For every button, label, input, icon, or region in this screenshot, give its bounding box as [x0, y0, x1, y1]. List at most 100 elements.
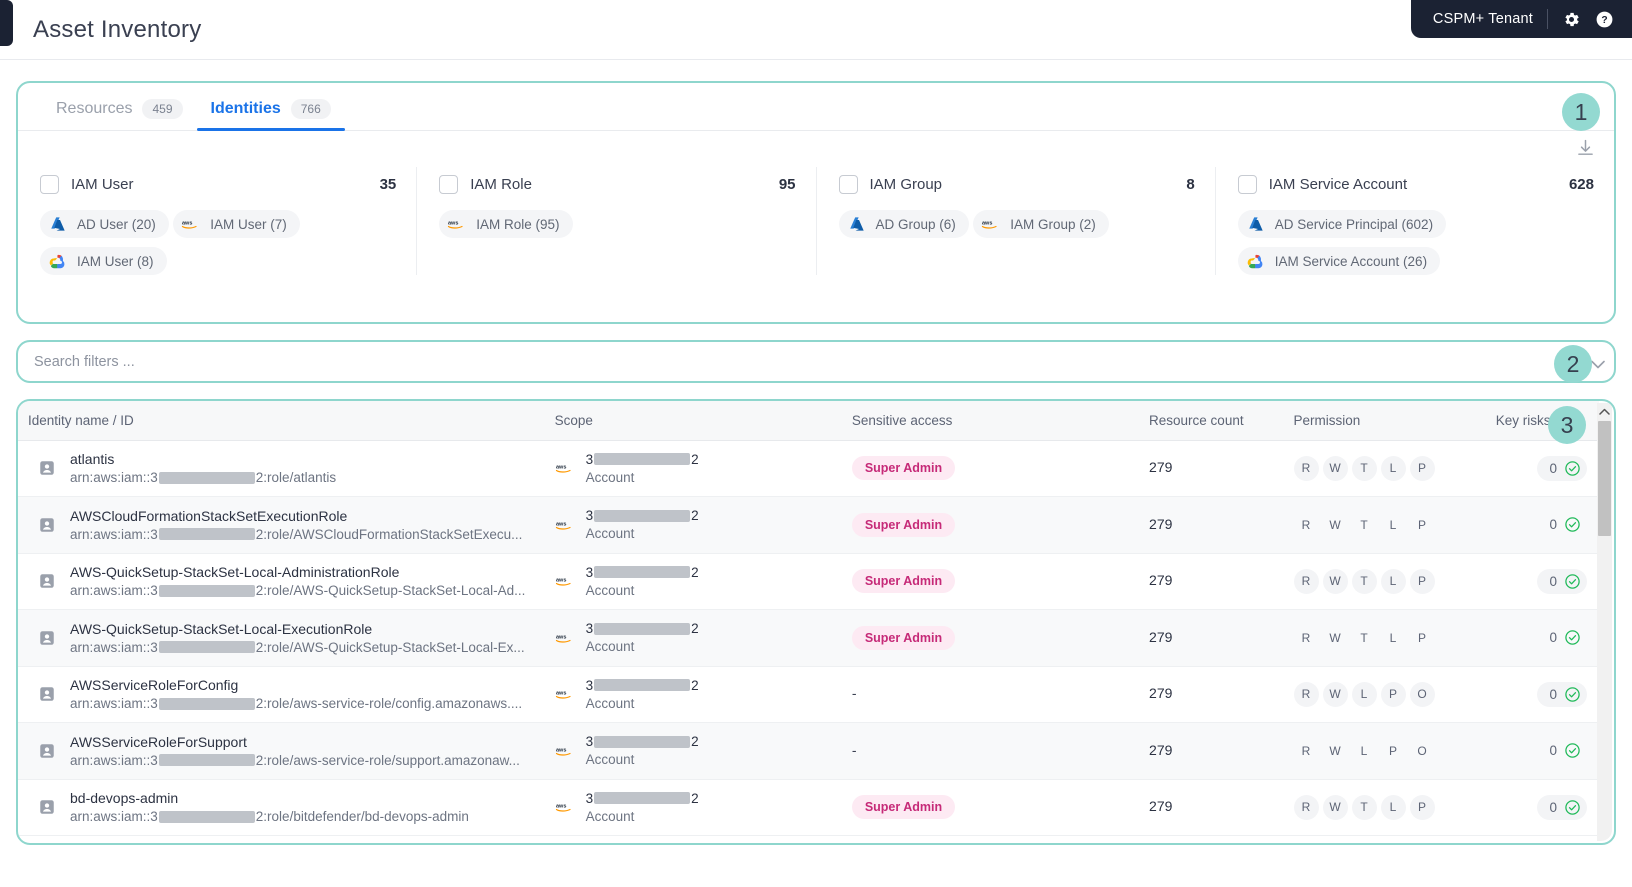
permission-badge-p[interactable]: P — [1409, 568, 1435, 594]
permission-badge-p[interactable]: P — [1409, 794, 1435, 820]
permission-badge-l[interactable]: L — [1380, 794, 1406, 820]
column-header-resource-count[interactable]: Resource count — [1149, 401, 1294, 441]
permission-badge-t[interactable]: T — [1352, 512, 1377, 537]
permission-badge-p[interactable]: P — [1381, 738, 1406, 763]
help-icon[interactable]: ? — [1595, 10, 1614, 29]
scope-type: Account — [585, 752, 635, 768]
search-input[interactable] — [34, 353, 1473, 370]
permission-badge-t[interactable]: T — [1351, 568, 1377, 594]
permission-badge-r[interactable]: R — [1293, 455, 1319, 481]
chevron-down-icon[interactable] — [1591, 356, 1605, 369]
cell-identity-name[interactable]: AWSCloudFormationStackSetExecutionRole ar… — [18, 496, 555, 554]
identity-arn: arn:aws:iam::3 2:role/atlantis — [70, 470, 337, 486]
permission-badge-r[interactable]: R — [1294, 738, 1319, 763]
tab-identities[interactable]: Identities 766 — [196, 99, 346, 131]
table-scrollbar[interactable] — [1597, 403, 1612, 841]
permission-badge-o[interactable]: O — [1409, 681, 1435, 707]
permission-badge-w[interactable]: W — [1322, 455, 1348, 481]
permission-badge-l[interactable]: L — [1352, 738, 1377, 763]
cell-resource-count: 279 — [1149, 496, 1294, 554]
permission-badge-w[interactable]: W — [1322, 681, 1348, 707]
cell-identity-name[interactable]: bd-devops-adminarn:aws:iam::3 2:role/bitd… — [18, 779, 555, 836]
permission-badge-r[interactable]: R — [1293, 568, 1319, 594]
tenant-selector[interactable]: CSPM+ Tenant ? — [1410, 0, 1632, 38]
redacted-account-id — [594, 679, 691, 692]
column-header-permission[interactable]: Permission — [1293, 401, 1496, 441]
permission-badge-w[interactable]: W — [1322, 794, 1348, 820]
aws-icon: aws — [555, 578, 571, 586]
table-row[interactable]: AWS-QuickSetup-StackSet-Local-ExecutionR… — [18, 609, 1599, 667]
cell-scope: aws 3 2 Account — [554, 666, 852, 723]
permission-badge-w[interactable]: W — [1323, 738, 1348, 763]
permission-badge-w[interactable]: W — [1323, 512, 1348, 537]
permission-badge-l[interactable]: L — [1381, 512, 1406, 537]
permission-badge-t[interactable]: T — [1351, 794, 1377, 820]
permission-badge-r[interactable]: R — [1294, 512, 1319, 537]
scroll-up-arrow-icon[interactable] — [1597, 403, 1612, 419]
tab-resources[interactable]: Resources 459 — [42, 99, 197, 130]
provider-pill[interactable]: AD Service Principal (602) — [1237, 210, 1447, 238]
table-row[interactable]: AWSCloudFormationStackSetExecutionRole ar… — [18, 496, 1599, 554]
card-count: 35 — [379, 175, 397, 193]
redacted-account-id — [158, 471, 255, 484]
permission-badge-w[interactable]: W — [1323, 625, 1348, 650]
svg-text:aws: aws — [556, 578, 566, 584]
app-logo[interactable] — [0, 0, 13, 46]
provider-pill[interactable]: AD Group (6) — [838, 210, 969, 238]
cell-identity-name[interactable]: AWSServiceRoleForSupport arn:aws:iam::3 2:… — [18, 722, 555, 780]
card-count: 8 — [1186, 175, 1195, 193]
svg-text:aws: aws — [556, 465, 566, 471]
table-row[interactable]: AWSServiceRoleForSupport arn:aws:iam::3 2:… — [18, 722, 1599, 780]
redacted-account-id — [594, 453, 691, 466]
permission-badge-o[interactable]: O — [1410, 738, 1435, 763]
column-header-sensitive-access[interactable]: Sensitive access — [851, 401, 1150, 441]
cell-permission: RWTLP — [1293, 779, 1496, 836]
provider-pill[interactable]: AD User (20) — [40, 210, 169, 238]
permission-badge-w[interactable]: W — [1322, 568, 1348, 594]
permission-badge-p[interactable]: P — [1410, 512, 1435, 537]
permission-badge-p[interactable]: P — [1409, 455, 1435, 481]
key-risks-count: 0 — [1549, 573, 1557, 589]
cell-identity-name[interactable]: AWS-QuickSetup-StackSet-Local-ExecutionR… — [18, 609, 555, 667]
identity-name: bd-devops-admin — [70, 790, 179, 807]
iam-group-checkbox[interactable] — [838, 174, 858, 194]
permission-badge-l[interactable]: L — [1380, 455, 1406, 481]
gear-icon[interactable] — [1562, 10, 1581, 29]
scope-account-id: 32 — [585, 677, 699, 693]
iam-role-checkbox[interactable] — [439, 174, 459, 194]
permission-badge-l[interactable]: L — [1381, 625, 1406, 650]
permission-badge-r[interactable]: R — [1294, 625, 1319, 650]
permission-badge-t[interactable]: T — [1351, 455, 1377, 481]
iam-service-account-checkbox[interactable] — [1237, 174, 1257, 194]
permission-badge-p[interactable]: P — [1380, 681, 1406, 707]
table-row[interactable]: AWS-QuickSetup-StackSet-Local-Administra… — [18, 553, 1599, 610]
permission-badge-l[interactable]: L — [1380, 568, 1406, 594]
cell-identity-name[interactable]: atlantis arn:aws:iam::3 2:role/atlantis — [18, 440, 555, 497]
provider-pill[interactable]: IAM Service Account (26) — [1237, 247, 1441, 275]
column-header-identity-name[interactable]: Identity name / ID — [18, 401, 555, 441]
cell-permission: RWTLP — [1293, 553, 1496, 610]
table-row[interactable]: AWSServiceRoleForConfig arn:aws:iam::3 2:r… — [18, 666, 1599, 723]
scrollbar-thumb[interactable] — [1598, 421, 1611, 536]
permission-badge-p[interactable]: P — [1410, 625, 1435, 650]
aws-icon: aws — [182, 221, 197, 229]
provider-pill[interactable]: aws IAM User (7) — [173, 210, 300, 238]
column-header-scope[interactable]: Scope — [554, 401, 852, 441]
identity-arn: arn:aws:iam::3 2:role/bitdefender/bd-devo… — [70, 809, 469, 825]
table-row[interactable]: bd-devops-adminarn:aws:iam::3 2:role/bitd… — [18, 779, 1599, 836]
permission-badge-r[interactable]: R — [1293, 681, 1319, 707]
provider-pill[interactable]: aws IAM Role (95) — [439, 210, 573, 238]
permission-badge-t[interactable]: T — [1352, 625, 1377, 650]
provider-pill[interactable]: aws IAM Group (2) — [973, 210, 1109, 238]
cell-scope: aws 3 2 Account — [554, 496, 852, 554]
cell-identity-name[interactable]: AWSServiceRoleForConfig arn:aws:iam::3 2:r… — [18, 666, 555, 723]
identity-type-card: IAM Service Account 628 AD Service Princ… — [1216, 167, 1614, 275]
iam-user-checkbox[interactable] — [40, 174, 59, 194]
permission-badge-r[interactable]: R — [1293, 794, 1319, 820]
cell-identity-name[interactable]: AWS-QuickSetup-StackSet-Local-Administra… — [18, 553, 555, 610]
permission-badge-l[interactable]: L — [1351, 681, 1377, 707]
provider-pill[interactable]: IAM User (8) — [40, 247, 167, 275]
redacted-account-id — [594, 735, 691, 748]
download-icon[interactable] — [1575, 135, 1596, 161]
table-row[interactable]: atlantis arn:aws:iam::3 2:role/atlantis aws… — [18, 440, 1599, 497]
